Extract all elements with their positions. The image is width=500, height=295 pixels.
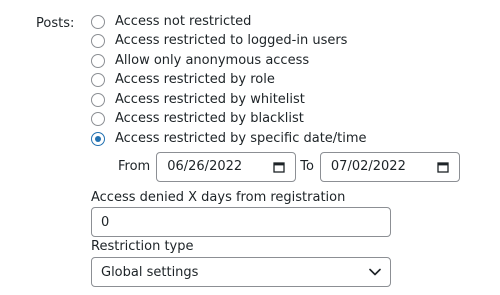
radio-button[interactable] bbox=[91, 14, 105, 29]
from-date-value: 06/26/2022 bbox=[167, 159, 243, 174]
access-denied-days-value: 0 bbox=[101, 214, 110, 230]
option-label: Access restricted by blacklist bbox=[115, 111, 304, 127]
option-by-whitelist[interactable]: Access restricted by whitelist bbox=[91, 90, 481, 110]
access-denied-days-input[interactable]: 0 bbox=[91, 207, 391, 237]
access-denied-label: Access denied X days from registration bbox=[91, 190, 346, 205]
option-by-blacklist[interactable]: Access restricted by blacklist bbox=[91, 110, 481, 130]
to-label: To bbox=[300, 159, 314, 174]
access-options-radio-group: Access not restricted Access restricted … bbox=[91, 12, 481, 149]
date-range-row: From 06/26/2022 To 07/02/2022 bbox=[118, 152, 460, 182]
to-date-value: 07/02/2022 bbox=[330, 159, 406, 174]
restriction-type-label: Restriction type bbox=[91, 239, 194, 254]
radio-button[interactable] bbox=[91, 34, 105, 49]
option-anonymous-access[interactable]: Allow only anonymous access bbox=[91, 51, 481, 71]
option-label: Access not restricted bbox=[115, 13, 252, 29]
option-label: Access restricted by role bbox=[115, 72, 275, 88]
from-date-input[interactable]: 06/26/2022 bbox=[156, 152, 297, 182]
calendar-icon[interactable] bbox=[437, 161, 449, 173]
radio-button[interactable] bbox=[91, 112, 105, 127]
option-by-role[interactable]: Access restricted by role bbox=[91, 71, 481, 91]
radio-button[interactable] bbox=[91, 92, 105, 107]
option-label: Access restricted by specific date/time bbox=[115, 130, 367, 146]
posts-label: Posts: bbox=[36, 16, 75, 31]
restriction-type-select[interactable]: Global settings bbox=[91, 257, 391, 287]
calendar-icon[interactable] bbox=[273, 161, 285, 173]
option-by-date-time[interactable]: Access restricted by specific date/time bbox=[91, 129, 481, 149]
option-logged-in-users[interactable]: Access restricted to logged-in users bbox=[91, 32, 481, 52]
radio-button[interactable] bbox=[91, 53, 105, 68]
radio-button-selected[interactable] bbox=[91, 131, 105, 146]
chevron-down-icon[interactable] bbox=[369, 268, 381, 276]
option-label: Allow only anonymous access bbox=[115, 52, 310, 68]
option-not-restricted[interactable]: Access not restricted bbox=[91, 12, 481, 32]
from-label: From bbox=[118, 159, 151, 174]
option-label: Access restricted to logged-in users bbox=[115, 33, 348, 49]
to-date-input[interactable]: 07/02/2022 bbox=[319, 152, 460, 182]
option-label: Access restricted by whitelist bbox=[115, 91, 305, 107]
radio-button[interactable] bbox=[91, 73, 105, 88]
restriction-type-selected-value: Global settings bbox=[101, 264, 199, 280]
